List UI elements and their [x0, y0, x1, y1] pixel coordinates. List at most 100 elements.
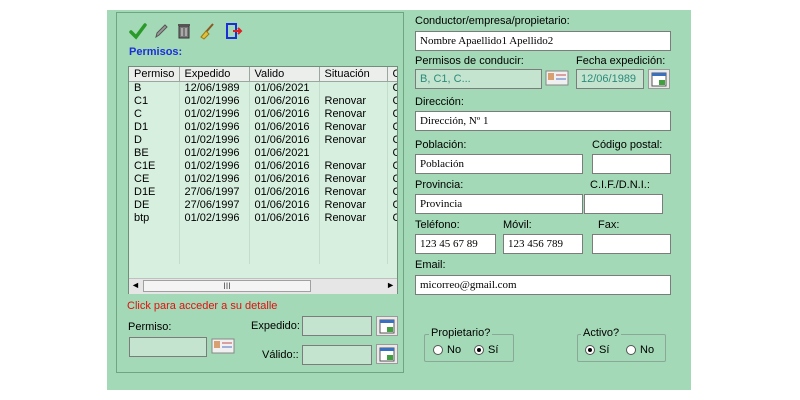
table-row[interactable]: DE27/06/199701/06/2016RenovarC [129, 199, 397, 212]
table-cell: C1 [129, 95, 180, 108]
table-cell: C [387, 95, 397, 108]
email-field[interactable]: micorreo@gmail.com [415, 275, 671, 295]
telefono-label: Teléfono: [415, 219, 460, 231]
permisos-title: Permisos: [129, 46, 183, 58]
radio-circle[interactable] [585, 345, 595, 355]
table-cell: 01/06/2016 [249, 186, 320, 199]
exit-door-icon[interactable] [224, 21, 244, 41]
check-icon[interactable] [128, 21, 148, 41]
table-cell: 01/02/1996 [179, 173, 250, 186]
propietario-no-radio[interactable]: No [433, 344, 461, 356]
movil-field[interactable]: 123 456 789 [503, 234, 583, 254]
poblacion-label: Población: [415, 139, 467, 151]
propietario-label: Propietario? [429, 327, 493, 339]
poblacion-field[interactable]: Población [415, 154, 583, 174]
table-row[interactable]: btp01/02/199601/06/2016RenovarC [129, 212, 397, 225]
expedido-field[interactable] [302, 316, 372, 336]
table-cell: 01/06/2016 [249, 121, 320, 134]
scroll-thumb[interactable]: III [143, 280, 311, 292]
table-cell: Renovar [319, 199, 388, 212]
permiso-field[interactable] [129, 337, 207, 357]
license-card-icon[interactable] [545, 70, 569, 89]
calendar-icon[interactable] [648, 69, 670, 89]
table-cell: 01/06/2021 [249, 81, 320, 95]
table-cell [319, 238, 388, 251]
conductor-field[interactable]: Nombre Apaellido1 Apellido2 [415, 31, 671, 51]
permisos-table[interactable]: PermisoExpedidoValidoSituaciónC B12/06/1… [128, 66, 398, 294]
table-cell: BE [129, 147, 180, 160]
cif-field[interactable] [584, 194, 663, 214]
table-cell: 01/06/2016 [249, 160, 320, 173]
table-row[interactable]: C1E01/02/199601/06/2016RenovarC [129, 160, 397, 173]
column-header[interactable]: Expedido [179, 67, 250, 82]
table-row[interactable]: B12/06/198901/06/2021 C [129, 81, 397, 95]
table-cell [387, 251, 397, 264]
cif-label: C.I.F./D.N.I.: [590, 179, 650, 191]
column-header[interactable]: C [387, 67, 397, 82]
table-cell: C [387, 212, 397, 225]
table-cell: Renovar [319, 186, 388, 199]
table-cell: 01/06/2016 [249, 134, 320, 147]
activo-label: Activo? [581, 327, 622, 339]
radio-circle[interactable] [474, 345, 484, 355]
table-cell: btp [129, 212, 180, 225]
fax-field[interactable] [592, 234, 671, 254]
table-row[interactable]: D101/02/199601/06/2016RenovarC [129, 121, 397, 134]
table-row[interactable]: D01/02/199601/06/2016RenovarC [129, 134, 397, 147]
direccion-label: Dirección: [415, 96, 464, 108]
horizontal-scrollbar[interactable]: ◄ III ► [129, 278, 397, 294]
empty-row [129, 238, 397, 251]
scroll-right-arrow[interactable]: ► [386, 280, 395, 290]
direccion-field[interactable]: Dirección, Nº 1 [415, 111, 671, 131]
table-row[interactable]: C01/02/199601/06/2016RenovarC [129, 108, 397, 121]
table-row[interactable]: BE01/02/199601/06/2021 C [129, 147, 397, 160]
radio-circle[interactable] [433, 345, 443, 355]
activo-no-radio[interactable]: No [626, 344, 654, 356]
table-cell: C1E [129, 160, 180, 173]
calendar-icon[interactable] [376, 344, 398, 364]
table-row[interactable]: C101/02/199601/06/2016RenovarC [129, 95, 397, 108]
table-cell: CE [129, 173, 180, 186]
movil-label: Móvil: [503, 219, 532, 231]
table-cell: 12/06/1989 [179, 81, 250, 95]
scroll-left-arrow[interactable]: ◄ [131, 280, 140, 290]
empty-row [129, 225, 397, 238]
conductor-label: Conductor/empresa/propietario: [415, 15, 570, 27]
table-cell: C [387, 108, 397, 121]
trash-icon[interactable] [174, 21, 194, 41]
table-cell: 01/02/1996 [179, 108, 250, 121]
column-header[interactable]: Permiso [129, 67, 180, 82]
table-cell: 01/02/1996 [179, 121, 250, 134]
provincia-field[interactable]: Provincia [415, 194, 583, 214]
valido-field[interactable] [302, 345, 372, 365]
table-cell: 01/06/2021 [249, 147, 320, 160]
table-cell: 01/02/1996 [179, 134, 250, 147]
column-header[interactable]: Situación [319, 67, 388, 82]
permisos-conducir-field[interactable]: B, C1, C... [415, 69, 542, 89]
table-cell: 01/06/2016 [249, 173, 320, 186]
license-card-icon[interactable] [211, 338, 235, 357]
pencil-icon[interactable] [151, 21, 171, 41]
codigo-postal-field[interactable] [592, 154, 671, 174]
table-cell: C [387, 121, 397, 134]
table-cell: Renovar [319, 121, 388, 134]
radio-circle[interactable] [626, 345, 636, 355]
table-row[interactable]: CE01/02/199601/06/2016RenovarC [129, 173, 397, 186]
table-cell [179, 225, 250, 238]
table-row[interactable]: D1E27/06/199701/06/2016RenovarC [129, 186, 397, 199]
radio-label: No [640, 344, 655, 356]
table-cell: C [387, 199, 397, 212]
activo-si-radio[interactable]: Sí [585, 344, 609, 356]
empty-row [129, 251, 397, 264]
propietario-si-radio[interactable]: Sí [474, 344, 498, 356]
fecha-expedicion-field[interactable]: 12/06/1989 [576, 69, 644, 89]
table-cell: 01/06/2016 [249, 199, 320, 212]
table-cell: Renovar [319, 95, 388, 108]
calendar-icon[interactable] [376, 316, 398, 336]
broom-icon[interactable] [197, 21, 217, 41]
table-cell: 01/02/1996 [179, 95, 250, 108]
column-header[interactable]: Valido [249, 67, 320, 82]
table-cell: C [387, 173, 397, 186]
telefono-field[interactable]: 123 45 67 89 [415, 234, 496, 254]
table-cell: Renovar [319, 173, 388, 186]
